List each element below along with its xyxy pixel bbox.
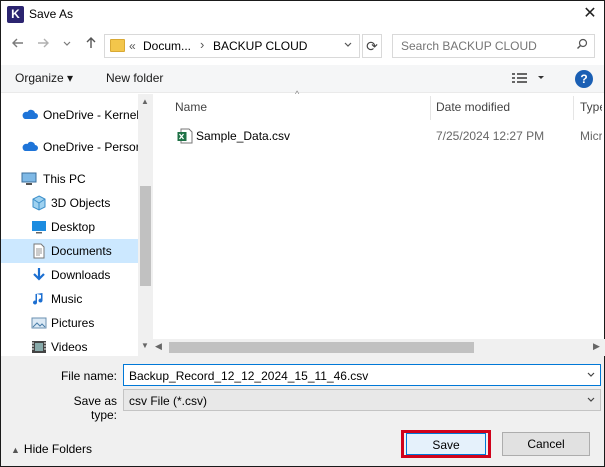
music-icon: [31, 291, 47, 307]
breadcrumb-current[interactable]: BACKUP CLOUD: [213, 39, 307, 53]
sidebar-item-onedrive-personal[interactable]: OneDrive - Persor: [1, 135, 140, 159]
column-header-name[interactable]: Name: [175, 100, 207, 114]
pictures-icon: [31, 315, 47, 331]
sidebar-item-videos[interactable]: Videos: [1, 335, 138, 356]
dialog-title: Save As: [29, 7, 74, 21]
view-options-icon[interactable]: [511, 71, 545, 88]
sidebar-item-label: This PC: [43, 172, 86, 186]
title-bar: K Save As ✕: [1, 1, 604, 29]
up-arrow-icon[interactable]: [82, 35, 100, 57]
hide-folders-label: Hide Folders: [23, 442, 92, 456]
help-icon[interactable]: ?: [575, 70, 593, 88]
save-as-dialog: K Save As ✕ « Docum... › BACKUP CLOUD ⟳ …: [0, 0, 605, 467]
file-name-field[interactable]: Backup_Record_12_12_2024_15_11_46.csv: [123, 364, 601, 386]
document-icon: [31, 243, 47, 259]
recent-locations-chevron-down-icon[interactable]: [61, 35, 73, 57]
sidebar-item-label: Pictures: [51, 316, 95, 330]
file-date: 7/25/2024 12:27 PM: [436, 129, 545, 143]
close-icon[interactable]: ✕: [577, 2, 603, 26]
sidebar-item-downloads[interactable]: Downloads: [1, 263, 138, 287]
save-as-type-label: Save as type:: [73, 394, 117, 422]
file-name-value: Backup_Record_12_12_2024_15_11_46.csv: [129, 369, 369, 383]
navigation-pane: OneDrive - Kernel OneDrive - Persor This…: [1, 94, 153, 356]
file-name: Sample_Data.csv: [196, 129, 291, 143]
file-row[interactable]: Sample_Data.csv 7/25/2024 12:27 PM Micr: [169, 125, 602, 147]
folder-icon: [110, 39, 125, 52]
sidebar-item-label: 3D Objects: [51, 196, 111, 210]
scroll-right-icon[interactable]: ▶: [593, 341, 600, 352]
download-icon: [31, 267, 47, 283]
save-as-type-select[interactable]: csv File (*.csv): [123, 389, 601, 411]
sort-indicator-icon: ^: [295, 89, 300, 99]
sidebar-item-pictures[interactable]: Pictures: [1, 311, 138, 335]
breadcrumb-documents[interactable]: Docum...: [143, 39, 191, 53]
scroll-left-icon[interactable]: ◀: [155, 341, 162, 352]
sidebar-item-documents[interactable]: Documents: [1, 239, 138, 263]
sidebar-item-onedrive-kernel[interactable]: OneDrive - Kernel: [1, 103, 140, 127]
scroll-up-icon[interactable]: ▲: [141, 97, 149, 106]
organize-menu[interactable]: Organize ▾: [15, 71, 73, 85]
sidebar-item-3d-objects[interactable]: 3D Objects: [1, 191, 138, 215]
save-as-type-value: csv File (*.csv): [129, 394, 207, 408]
sidebar-item-label: Documents: [51, 244, 112, 258]
cancel-button[interactable]: Cancel: [502, 432, 590, 456]
column-divider[interactable]: [430, 96, 431, 120]
file-type: Micr: [580, 129, 602, 143]
sidebar-item-this-pc[interactable]: This PC: [1, 167, 138, 191]
sidebar-item-label: Music: [51, 292, 83, 306]
file-list-scroll-thumb[interactable]: [169, 342, 474, 353]
chevron-down-icon[interactable]: [586, 368, 596, 383]
hide-folders-toggle[interactable]: ▲ Hide Folders: [11, 442, 92, 456]
new-folder-button[interactable]: New folder: [106, 71, 163, 85]
sidebar-item-label: Desktop: [51, 220, 96, 234]
search-input[interactable]: [393, 35, 568, 57]
sidebar-item-label: OneDrive - Persor: [43, 140, 140, 154]
column-header-type[interactable]: Type: [580, 100, 602, 114]
chevron-up-icon: ▲: [11, 445, 20, 455]
forward-icon[interactable]: [34, 35, 52, 57]
command-toolbar: Organize ▾ New folder ?: [1, 65, 604, 93]
address-bar[interactable]: « Docum... › BACKUP CLOUD: [104, 34, 360, 58]
sidebar-item-label: Videos: [51, 340, 88, 354]
sidebar-item-label: OneDrive - Kernel: [43, 108, 140, 122]
breadcrumb-overflow[interactable]: «: [129, 39, 136, 53]
sidebar-item-label: Downloads: [51, 268, 111, 282]
navigation-pane-scroll-thumb[interactable]: [140, 186, 151, 286]
column-header-date[interactable]: Date modified: [436, 100, 510, 114]
chevron-down-icon[interactable]: [586, 393, 596, 408]
sidebar-item-music[interactable]: Music: [1, 287, 138, 311]
desktop-icon: [31, 219, 47, 235]
breadcrumb-separator[interactable]: ›: [200, 37, 204, 52]
file-name-label: File name:: [60, 369, 117, 383]
back-icon[interactable]: [9, 35, 27, 57]
app-icon: K: [7, 6, 24, 23]
excel-icon: [177, 128, 193, 147]
search-icon: [576, 38, 588, 53]
scroll-down-icon[interactable]: ▼: [141, 341, 149, 350]
column-divider[interactable]: [573, 96, 574, 120]
save-button[interactable]: Save: [406, 433, 486, 455]
video-icon: [31, 339, 47, 355]
cube-icon: [31, 195, 47, 211]
cloud-icon: [21, 107, 38, 123]
refresh-icon[interactable]: ⟳: [362, 34, 382, 58]
computer-icon: [21, 171, 37, 187]
sidebar-item-desktop[interactable]: Desktop: [1, 215, 138, 239]
address-dropdown-chevron-down-icon[interactable]: [343, 39, 353, 54]
cloud-icon: [21, 139, 38, 155]
search-box[interactable]: [392, 34, 595, 58]
